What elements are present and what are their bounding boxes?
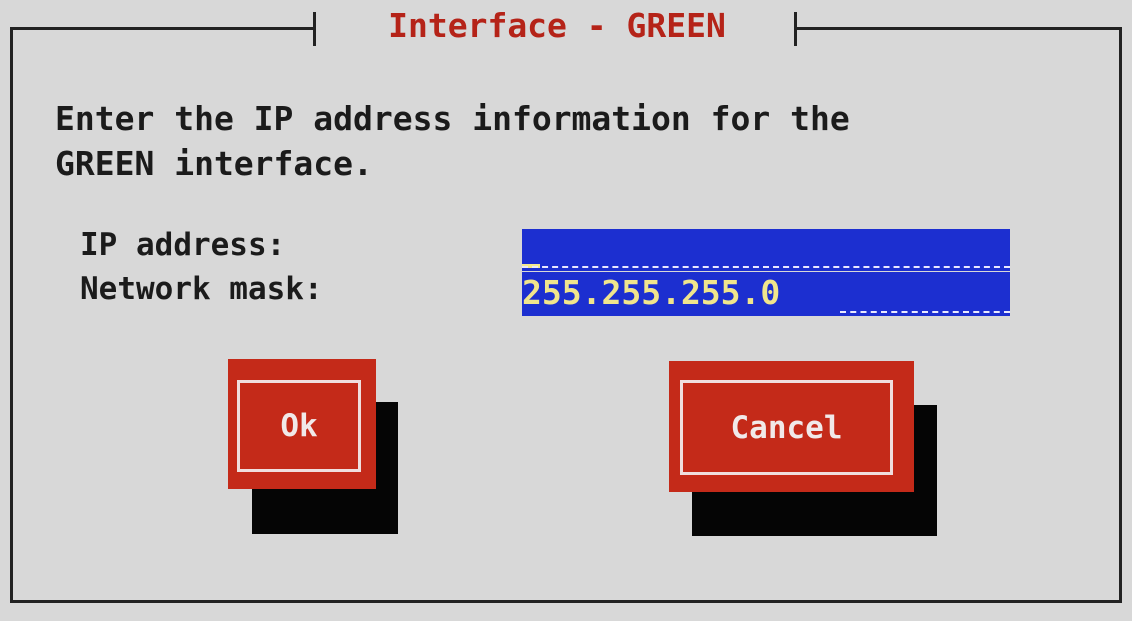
network-mask-input-underline [840, 309, 1010, 313]
network-mask-value: 255.255.255.0 [522, 273, 781, 312]
dialog-border-top-left [10, 27, 313, 30]
title-bracket-right [794, 12, 797, 46]
cancel-button-label: Cancel [680, 380, 893, 475]
network-mask-label: Network mask: [80, 271, 323, 307]
installer-screen: Interface - GREEN Enter the IP address i… [0, 0, 1132, 621]
instruction-line-1: Enter the IP address information for the [55, 99, 850, 138]
instruction-text: Enter the IP address information for the… [55, 96, 850, 186]
dialog-border-right [1119, 27, 1122, 603]
ok-button-label: Ok [237, 380, 361, 472]
network-mask-input[interactable]: 255.255.255.0 [522, 272, 1010, 316]
ip-address-label: IP address: [80, 227, 286, 263]
dialog-title: Interface - GREEN [388, 6, 726, 45]
instruction-line-2: GREEN interface. [55, 144, 373, 183]
ip-address-input-underline [522, 264, 1010, 268]
dialog-border-top-right [797, 27, 1122, 30]
ip-address-input[interactable] [522, 229, 1010, 271]
dialog-border-left [10, 27, 13, 603]
ok-button[interactable]: Ok [228, 359, 376, 489]
cancel-button[interactable]: Cancel [669, 361, 914, 492]
dialog-border-bottom [10, 600, 1122, 603]
title-bracket-left [313, 12, 316, 46]
